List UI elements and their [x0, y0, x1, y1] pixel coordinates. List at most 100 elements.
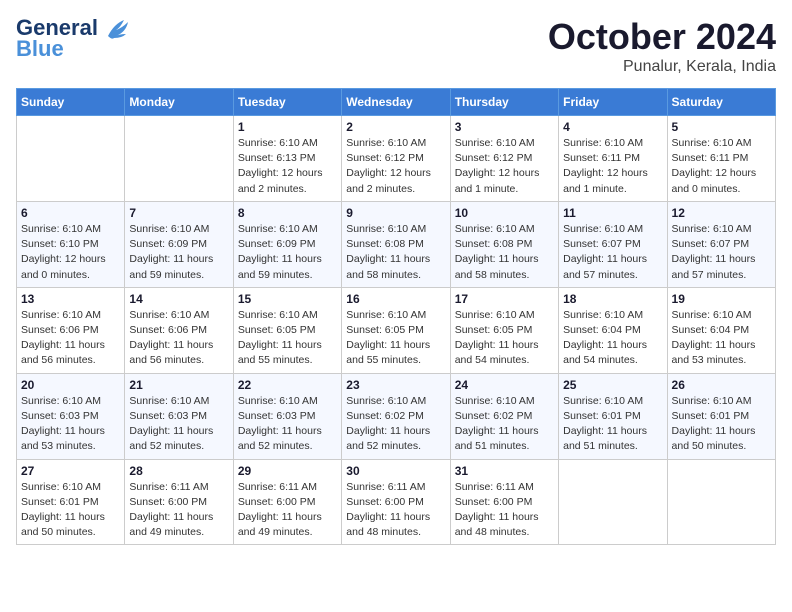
day-info: Sunrise: 6:10 AM Sunset: 6:09 PM Dayligh…: [129, 222, 228, 283]
calendar-cell: [125, 116, 233, 202]
calendar-cell: 6 Sunrise: 6:10 AM Sunset: 6:10 PM Daylig…: [17, 201, 125, 287]
day-number: 2: [346, 120, 445, 134]
day-info: Sunrise: 6:10 AM Sunset: 6:13 PM Dayligh…: [238, 136, 337, 197]
calendar-cell: [17, 116, 125, 202]
day-number: 7: [129, 206, 228, 220]
calendar-cell: 14Sunrise: 6:10 AM Sunset: 6:06 PM Dayli…: [125, 287, 233, 373]
calendar-cell: 20 Sunrise: 6:10 AM Sunset: 6:03 PM Dayli…: [17, 373, 125, 459]
day-info: Sunrise: 6:10 AM Sunset: 6:01 PM Dayligh…: [672, 394, 771, 455]
day-number: 9: [346, 206, 445, 220]
col-monday: Monday: [125, 89, 233, 116]
calendar-cell: 17 Sunrise: 6:10 AM Sunset: 6:05 PM Dayli…: [450, 287, 558, 373]
day-info: Sunrise: 6:10 AM Sunset: 6:03 PM Dayligh…: [129, 394, 228, 455]
calendar-cell: 28 Sunrise: 6:11 AM Sunset: 6:00 PM Dayli…: [125, 459, 233, 545]
day-number: 6: [21, 206, 120, 220]
calendar-body: 1 Sunrise: 6:10 AM Sunset: 6:13 PM Daylig…: [17, 116, 776, 545]
calendar-cell: 24Sunrise: 6:10 AM Sunset: 6:02 PM Dayli…: [450, 373, 558, 459]
calendar-cell: 16 Sunrise: 6:10 AM Sunset: 6:05 PM Dayli…: [342, 287, 450, 373]
header: General Blue October 2024 Punalur, Keral…: [16, 16, 776, 76]
day-info: Sunrise: 6:11 AM Sunset: 6:00 PM Dayligh…: [238, 480, 337, 541]
day-number: 20: [21, 378, 120, 392]
day-number: 13: [21, 292, 120, 306]
calendar-cell: 5Sunrise: 6:10 AM Sunset: 6:11 PM Daylig…: [667, 116, 775, 202]
calendar-cell: 23Sunrise: 6:10 AM Sunset: 6:02 PM Dayli…: [342, 373, 450, 459]
col-tuesday: Tuesday: [233, 89, 341, 116]
calendar-cell: 8Sunrise: 6:10 AM Sunset: 6:09 PM Daylig…: [233, 201, 341, 287]
calendar-cell: 1 Sunrise: 6:10 AM Sunset: 6:13 PM Daylig…: [233, 116, 341, 202]
day-info: Sunrise: 6:10 AM Sunset: 6:07 PM Dayligh…: [672, 222, 771, 283]
calendar-cell: 30 Sunrise: 6:11 AM Sunset: 6:00 PM Dayli…: [342, 459, 450, 545]
calendar-cell: 19 Sunrise: 6:10 AM Sunset: 6:04 PM Dayli…: [667, 287, 775, 373]
col-wednesday: Wednesday: [342, 89, 450, 116]
day-number: 5: [672, 120, 771, 134]
day-info: Sunrise: 6:10 AM Sunset: 6:05 PM Dayligh…: [346, 308, 445, 369]
day-number: 31: [455, 464, 554, 478]
day-info: Sunrise: 6:10 AM Sunset: 6:05 PM Dayligh…: [455, 308, 554, 369]
calendar-week-row: 1 Sunrise: 6:10 AM Sunset: 6:13 PM Daylig…: [17, 116, 776, 202]
col-sunday: Sunday: [17, 89, 125, 116]
day-number: 15: [238, 292, 337, 306]
day-info: Sunrise: 6:10 AM Sunset: 6:08 PM Dayligh…: [455, 222, 554, 283]
calendar-cell: 2 Sunrise: 6:10 AM Sunset: 6:12 PM Daylig…: [342, 116, 450, 202]
day-info: Sunrise: 6:10 AM Sunset: 6:03 PM Dayligh…: [21, 394, 120, 455]
day-number: 30: [346, 464, 445, 478]
day-number: 14: [129, 292, 228, 306]
calendar-week-row: 13Sunrise: 6:10 AM Sunset: 6:06 PM Dayli…: [17, 287, 776, 373]
calendar-cell: 11 Sunrise: 6:10 AM Sunset: 6:07 PM Dayli…: [559, 201, 667, 287]
header-row: Sunday Monday Tuesday Wednesday Thursday…: [17, 89, 776, 116]
calendar-cell: 22 Sunrise: 6:10 AM Sunset: 6:03 PM Dayli…: [233, 373, 341, 459]
calendar-cell: 31 Sunrise: 6:11 AM Sunset: 6:00 PM Dayli…: [450, 459, 558, 545]
day-info: Sunrise: 6:10 AM Sunset: 6:12 PM Dayligh…: [346, 136, 445, 197]
day-info: Sunrise: 6:10 AM Sunset: 6:01 PM Dayligh…: [563, 394, 662, 455]
day-number: 19: [672, 292, 771, 306]
day-info: Sunrise: 6:10 AM Sunset: 6:03 PM Dayligh…: [238, 394, 337, 455]
day-number: 23: [346, 378, 445, 392]
day-info: Sunrise: 6:10 AM Sunset: 6:10 PM Dayligh…: [21, 222, 120, 283]
month-title: October 2024: [548, 16, 776, 58]
day-number: 21: [129, 378, 228, 392]
location-subtitle: Punalur, Kerala, India: [548, 58, 776, 76]
calendar-cell: 7 Sunrise: 6:10 AM Sunset: 6:09 PM Daylig…: [125, 201, 233, 287]
calendar-week-row: 6 Sunrise: 6:10 AM Sunset: 6:10 PM Daylig…: [17, 201, 776, 287]
calendar-cell: [559, 459, 667, 545]
day-number: 10: [455, 206, 554, 220]
calendar-cell: 21 Sunrise: 6:10 AM Sunset: 6:03 PM Dayli…: [125, 373, 233, 459]
col-friday: Friday: [559, 89, 667, 116]
day-info: Sunrise: 6:11 AM Sunset: 6:00 PM Dayligh…: [346, 480, 445, 541]
calendar-cell: 15Sunrise: 6:10 AM Sunset: 6:05 PM Dayli…: [233, 287, 341, 373]
day-number: 1: [238, 120, 337, 134]
calendar-cell: 9 Sunrise: 6:10 AM Sunset: 6:08 PM Daylig…: [342, 201, 450, 287]
calendar-cell: 10 Sunrise: 6:10 AM Sunset: 6:08 PM Dayli…: [450, 201, 558, 287]
day-number: 17: [455, 292, 554, 306]
day-info: Sunrise: 6:10 AM Sunset: 6:01 PM Dayligh…: [21, 480, 120, 541]
day-number: 26: [672, 378, 771, 392]
day-number: 22: [238, 378, 337, 392]
day-number: 12: [672, 206, 771, 220]
day-number: 3: [455, 120, 554, 134]
calendar-cell: 26 Sunrise: 6:10 AM Sunset: 6:01 PM Dayli…: [667, 373, 775, 459]
calendar-cell: 18 Sunrise: 6:10 AM Sunset: 6:04 PM Dayli…: [559, 287, 667, 373]
day-info: Sunrise: 6:10 AM Sunset: 6:07 PM Dayligh…: [563, 222, 662, 283]
day-info: Sunrise: 6:10 AM Sunset: 6:04 PM Dayligh…: [563, 308, 662, 369]
calendar-cell: [667, 459, 775, 545]
day-info: Sunrise: 6:10 AM Sunset: 6:08 PM Dayligh…: [346, 222, 445, 283]
day-number: 18: [563, 292, 662, 306]
calendar-cell: 25Sunrise: 6:10 AM Sunset: 6:01 PM Dayli…: [559, 373, 667, 459]
day-number: 16: [346, 292, 445, 306]
calendar-cell: 3 Sunrise: 6:10 AM Sunset: 6:12 PM Daylig…: [450, 116, 558, 202]
logo: General Blue: [16, 16, 132, 62]
day-info: Sunrise: 6:10 AM Sunset: 6:09 PM Dayligh…: [238, 222, 337, 283]
day-number: 28: [129, 464, 228, 478]
day-info: Sunrise: 6:10 AM Sunset: 6:02 PM Dayligh…: [455, 394, 554, 455]
col-saturday: Saturday: [667, 89, 775, 116]
day-number: 29: [238, 464, 337, 478]
col-thursday: Thursday: [450, 89, 558, 116]
day-info: Sunrise: 6:10 AM Sunset: 6:04 PM Dayligh…: [672, 308, 771, 369]
day-number: 11: [563, 206, 662, 220]
calendar-table: Sunday Monday Tuesday Wednesday Thursday…: [16, 88, 776, 545]
calendar-week-row: 27 Sunrise: 6:10 AM Sunset: 6:01 PM Dayli…: [17, 459, 776, 545]
day-info: Sunrise: 6:11 AM Sunset: 6:00 PM Dayligh…: [455, 480, 554, 541]
day-info: Sunrise: 6:11 AM Sunset: 6:00 PM Dayligh…: [129, 480, 228, 541]
day-number: 27: [21, 464, 120, 478]
day-info: Sunrise: 6:10 AM Sunset: 6:12 PM Dayligh…: [455, 136, 554, 197]
